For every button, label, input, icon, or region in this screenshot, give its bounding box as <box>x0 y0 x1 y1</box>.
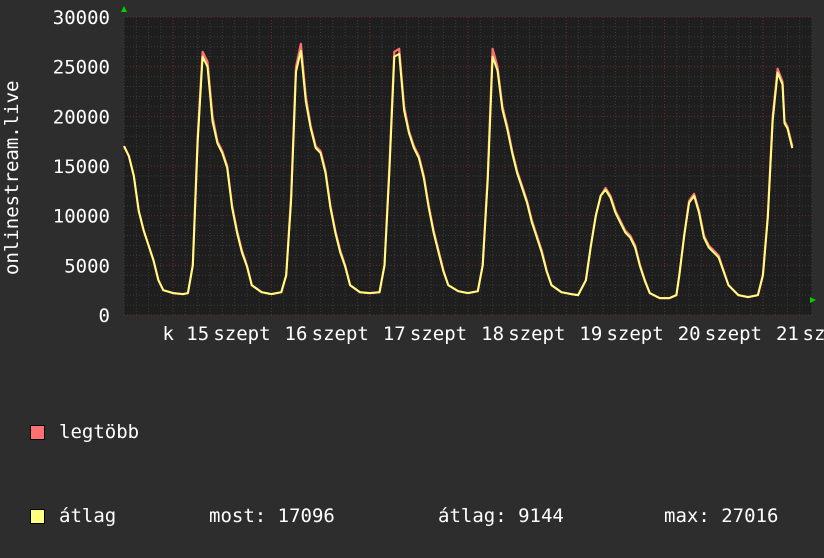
x-tick-label: 19 <box>579 323 602 345</box>
x-tick-label: szept <box>705 323 762 345</box>
x-tick-label: szept <box>213 323 270 345</box>
legend-label-max: legtöbb <box>59 421 140 443</box>
x-tick-label: szept <box>508 323 565 345</box>
x-axis-arrow-icon <box>810 297 816 303</box>
x-tick-label: 18 <box>481 323 504 345</box>
legend: legtöbb átlag most: 17096 átlag: 9144 ma… <box>30 362 778 558</box>
x-tick-label: 16 <box>285 323 308 345</box>
y-tick-label: 5000 <box>64 255 110 277</box>
x-tick-label: 15 <box>186 323 209 345</box>
x-tick-label: szept <box>606 323 663 345</box>
stat-average: átlag: 9144 <box>438 505 564 527</box>
y-tick-label: 30000 <box>53 7 110 29</box>
legend-item-max: legtöbb <box>30 418 778 446</box>
x-tick-label: 20 <box>678 323 701 345</box>
x-tick-label: sz <box>803 323 824 345</box>
legend-swatch-avg <box>30 508 45 524</box>
y-tick-label: 20000 <box>53 106 110 128</box>
y-tick-label: 15000 <box>53 156 110 178</box>
y-axis-label: onlinestream.live <box>1 81 23 275</box>
x-tick-label: 21 <box>776 323 799 345</box>
legend-swatch-max <box>30 424 45 440</box>
legend-label-avg: átlag <box>59 505 117 527</box>
y-tick-label: 10000 <box>53 206 110 228</box>
legend-item-avg: átlag most: 17096 átlag: 9144 max: 27016 <box>30 502 778 530</box>
x-tick-label: 17 <box>383 323 406 345</box>
x-tick-label: szept <box>312 323 369 345</box>
y-tick-label: 25000 <box>53 57 110 79</box>
y-axis-arrow-icon <box>121 6 127 12</box>
y-tick-label: 0 <box>99 305 110 327</box>
stat-now: most: 17096 <box>209 505 335 527</box>
stat-max: max: 27016 <box>664 505 779 527</box>
x-tick-label: szept <box>410 323 467 345</box>
x-tick-label: k <box>163 323 175 345</box>
